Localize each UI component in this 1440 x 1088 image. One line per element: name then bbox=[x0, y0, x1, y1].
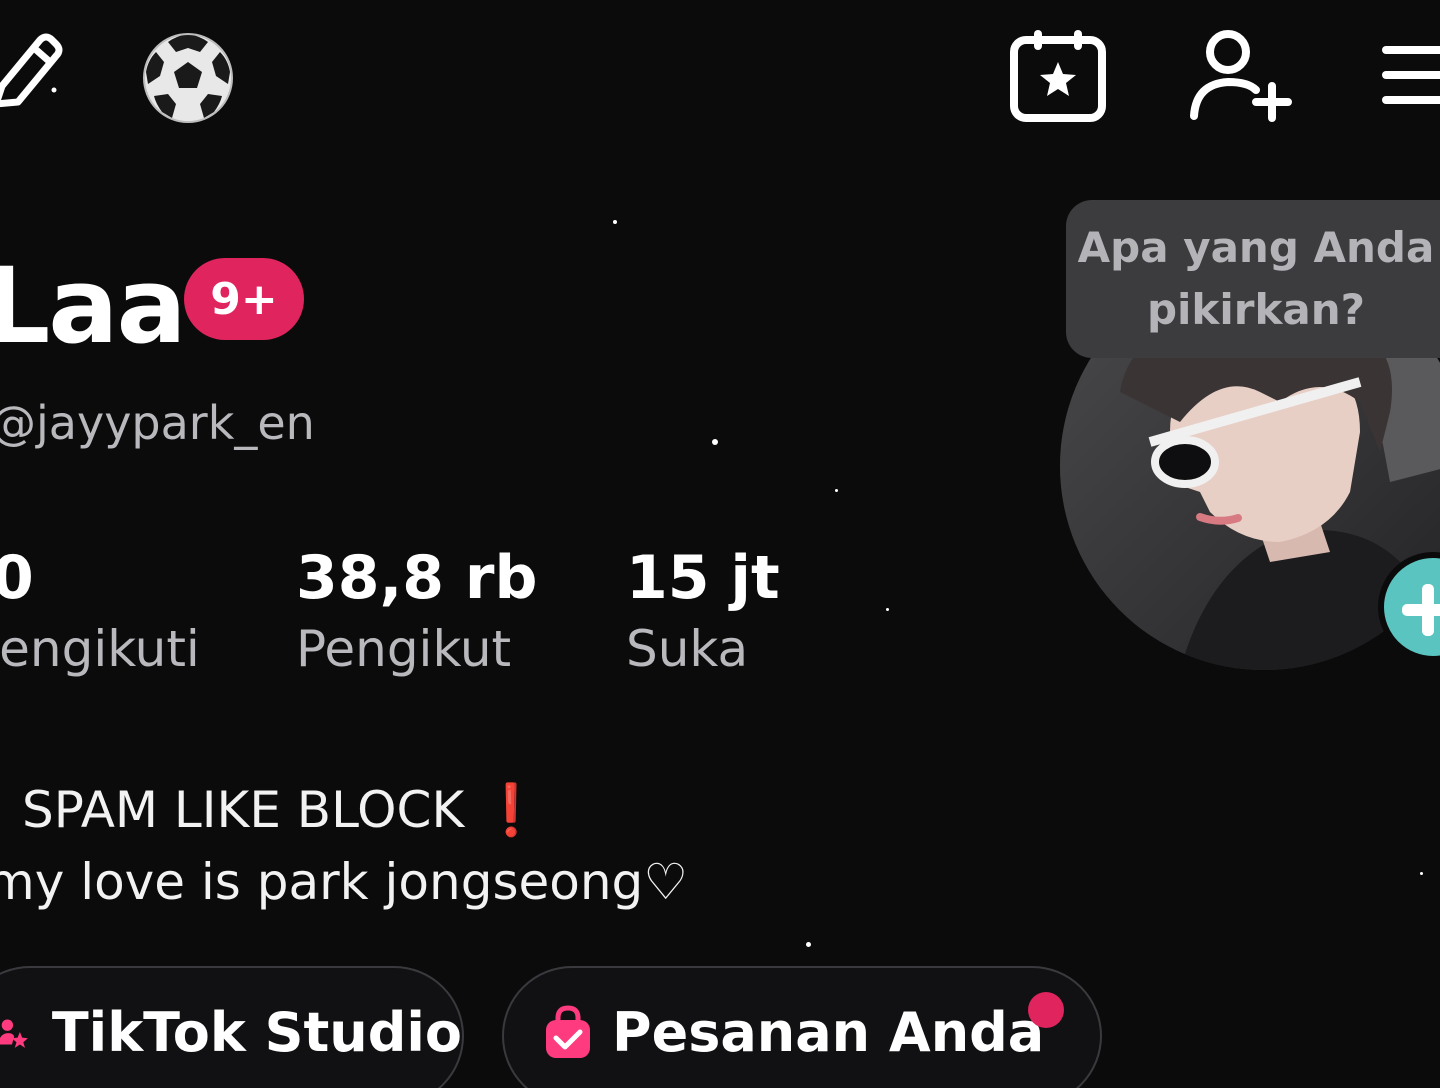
stat-likes[interactable]: 15 jt Suka bbox=[626, 540, 780, 682]
bio-line-2: my love is park jongseong♡ bbox=[0, 853, 689, 911]
soccer-ball-icon[interactable] bbox=[142, 32, 234, 124]
sparkle-dot bbox=[712, 439, 718, 445]
stat-followers[interactable]: 38,8 rb Pengikut bbox=[296, 540, 537, 682]
bio: SPAM LIKE BLOCK ❗ my love is park jongse… bbox=[0, 774, 688, 918]
studio-icon bbox=[0, 1019, 28, 1048]
following-count: 0 bbox=[0, 543, 34, 613]
display-name: Laa bbox=[0, 245, 187, 367]
thought-bubble-line-2: pikirkan? bbox=[1146, 285, 1366, 334]
tiktok-studio-label: TikTok Studio bbox=[51, 1001, 462, 1064]
thought-bubble[interactable]: Apa yang Anda pikirkan? bbox=[1066, 200, 1440, 358]
plus-icon bbox=[1402, 584, 1440, 636]
sparkle-dot bbox=[886, 608, 889, 611]
sparkle-dot bbox=[613, 220, 617, 224]
menu-icon[interactable] bbox=[1376, 40, 1440, 110]
likes-count: 15 jt bbox=[626, 543, 780, 613]
orders-notification-dot bbox=[1028, 992, 1064, 1028]
following-label: Mengikuti bbox=[0, 620, 200, 678]
your-orders-button[interactable]: Pesanan Anda bbox=[502, 966, 1102, 1088]
thought-bubble-line-1: Apa yang Anda bbox=[1077, 223, 1435, 272]
profile-screen: Laa 9+ @jayypark_en 0 Mengikuti 38,8 rb … bbox=[0, 0, 1440, 1088]
sparkle-dot bbox=[835, 489, 838, 492]
stat-following[interactable]: 0 Mengikuti bbox=[0, 540, 200, 682]
exclamation-emoji: ❗ bbox=[480, 781, 543, 839]
followers-label: Pengikut bbox=[296, 620, 512, 678]
bio-line-1: SPAM LIKE BLOCK ❗ bbox=[0, 774, 688, 846]
bio-line-1-text: SPAM LIKE BLOCK bbox=[22, 781, 465, 839]
notification-badge[interactable]: 9+ bbox=[184, 258, 304, 340]
followers-count: 38,8 rb bbox=[296, 543, 538, 613]
sparkle-dot bbox=[1420, 872, 1423, 875]
add-friend-icon[interactable] bbox=[1186, 28, 1294, 124]
shopping-bag-icon bbox=[546, 1005, 590, 1058]
sparkle-dot bbox=[806, 942, 811, 947]
edit-icon[interactable] bbox=[0, 26, 68, 116]
username: @jayypark_en bbox=[0, 396, 315, 450]
likes-label: Suka bbox=[626, 620, 749, 678]
tiktok-studio-button[interactable]: TikTok Studio bbox=[0, 966, 464, 1088]
your-orders-label: Pesanan Anda bbox=[612, 1001, 1045, 1064]
calendar-star-icon[interactable] bbox=[1006, 28, 1110, 124]
